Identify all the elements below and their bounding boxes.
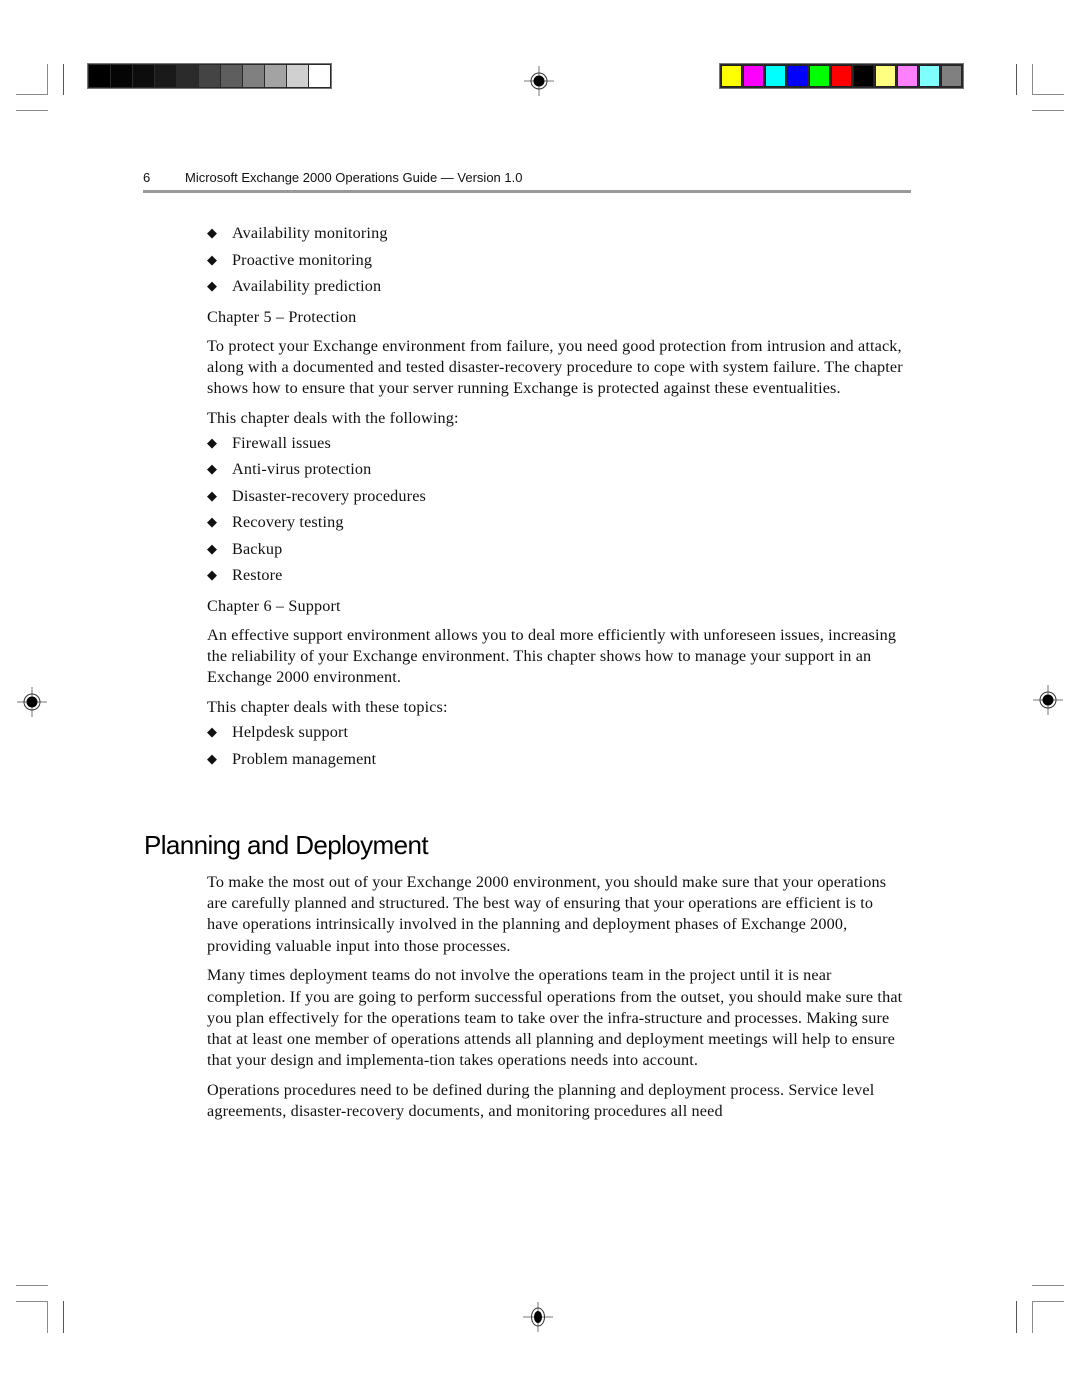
list-item: ◆ Helpdesk support bbox=[207, 720, 907, 747]
color-swatch bbox=[243, 65, 264, 87]
diamond-bullet-icon: ◆ bbox=[207, 434, 218, 450]
planning-section-body: To make the most out of your Exchange 20… bbox=[207, 872, 907, 1131]
bullet-list: ◆ Firewall issues ◆ Anti-virus protection … bbox=[207, 431, 907, 590]
bullet-list: ◆ Helpdesk support ◆ Problem management bbox=[207, 720, 907, 773]
color-swatch bbox=[177, 65, 198, 87]
chapter-heading: Chapter 6 – Support bbox=[207, 596, 341, 615]
list-item: ◆ Backup bbox=[207, 537, 907, 564]
list-item: ◆ Recovery testing bbox=[207, 510, 907, 537]
crop-mark bbox=[63, 64, 64, 95]
crop-mark bbox=[1032, 1301, 1064, 1302]
color-swatch bbox=[853, 65, 874, 87]
page-number: 6 bbox=[143, 170, 151, 185]
color-swatch bbox=[743, 65, 764, 87]
list-item: ◆ Problem management bbox=[207, 747, 907, 774]
list-item: ◆ Disaster-recovery procedures bbox=[207, 484, 907, 511]
color-calibration-bar bbox=[719, 63, 964, 89]
chapter-intro: This chapter deals with the following: bbox=[207, 408, 459, 427]
color-swatch bbox=[287, 65, 308, 87]
diamond-bullet-icon: ◆ bbox=[207, 461, 218, 477]
color-swatch bbox=[721, 65, 742, 87]
chapter-summary-section: ◆ Availability monitoring ◆ Proactive moni… bbox=[207, 221, 907, 773]
diamond-bullet-icon: ◆ bbox=[207, 251, 218, 267]
chapter-heading: Chapter 5 – Protection bbox=[207, 307, 357, 326]
chapter-description: An effective support environment allows … bbox=[207, 625, 897, 687]
registration-target-icon bbox=[524, 66, 554, 96]
crop-mark bbox=[1032, 1301, 1033, 1333]
crop-mark bbox=[47, 64, 48, 95]
color-swatch bbox=[89, 65, 110, 87]
list-item: ◆ Availability prediction bbox=[207, 274, 907, 301]
list-item: ◆ Proactive monitoring bbox=[207, 248, 907, 275]
color-swatch bbox=[133, 65, 154, 87]
list-item: ◆ Availability monitoring bbox=[207, 221, 907, 248]
color-swatch bbox=[765, 65, 786, 87]
diamond-bullet-icon: ◆ bbox=[207, 750, 218, 766]
section-title: Planning and Deployment bbox=[144, 830, 429, 860]
diamond-bullet-icon: ◆ bbox=[207, 225, 218, 240]
crop-mark bbox=[1032, 110, 1064, 111]
color-swatch bbox=[897, 65, 918, 87]
registration-target-icon bbox=[17, 687, 47, 717]
diamond-bullet-icon: ◆ bbox=[207, 567, 218, 583]
paragraph: Operations procedures need to be defined… bbox=[207, 1080, 875, 1121]
diamond-bullet-icon: ◆ bbox=[207, 278, 218, 293]
crop-mark bbox=[16, 94, 48, 95]
color-swatch bbox=[831, 65, 852, 87]
diamond-bullet-icon: ◆ bbox=[207, 724, 218, 740]
paragraph: Many times deployment teams do not invol… bbox=[207, 966, 903, 1070]
color-swatch bbox=[787, 65, 808, 87]
crop-mark bbox=[1016, 64, 1017, 95]
crop-mark bbox=[1016, 1301, 1017, 1333]
color-swatch bbox=[155, 65, 176, 87]
color-swatch bbox=[919, 65, 940, 87]
list-item: ◆ Anti-virus protection bbox=[207, 457, 907, 484]
running-header: 6 Microsoft Exchange 2000 Operations Gui… bbox=[143, 170, 911, 193]
color-swatch bbox=[111, 65, 132, 87]
crop-mark bbox=[16, 1285, 48, 1286]
color-swatch bbox=[941, 65, 962, 87]
crop-mark bbox=[1032, 64, 1033, 95]
list-item: ◆ Restore bbox=[207, 563, 907, 590]
diamond-bullet-icon: ◆ bbox=[207, 514, 218, 530]
running-header-title: Microsoft Exchange 2000 Operations Guide… bbox=[185, 170, 523, 185]
crop-mark bbox=[47, 1301, 48, 1333]
crop-mark bbox=[1032, 1285, 1064, 1286]
list-item: ◆ Firewall issues bbox=[207, 431, 907, 458]
color-swatch bbox=[199, 65, 220, 87]
color-swatch bbox=[221, 65, 242, 87]
color-swatch bbox=[265, 65, 286, 87]
diamond-bullet-icon: ◆ bbox=[207, 487, 218, 503]
bullet-list: ◆ Availability monitoring ◆ Proactive moni… bbox=[207, 221, 907, 301]
color-swatch bbox=[875, 65, 896, 87]
paragraph: To make the most out of your Exchange 20… bbox=[207, 873, 887, 955]
grayscale-calibration-bar bbox=[87, 63, 332, 89]
color-swatch bbox=[809, 65, 830, 87]
diamond-bullet-icon: ◆ bbox=[207, 540, 218, 556]
color-swatch bbox=[309, 65, 330, 87]
crop-mark bbox=[16, 110, 48, 111]
crop-mark bbox=[1032, 94, 1064, 95]
chapter-intro: This chapter deals with these topics: bbox=[207, 697, 448, 716]
crop-mark bbox=[16, 1301, 48, 1302]
registration-target-icon bbox=[523, 1302, 553, 1332]
crop-mark bbox=[63, 1301, 64, 1333]
chapter-description: To protect your Exchange environment fro… bbox=[207, 336, 903, 397]
registration-target-icon bbox=[1033, 685, 1063, 715]
